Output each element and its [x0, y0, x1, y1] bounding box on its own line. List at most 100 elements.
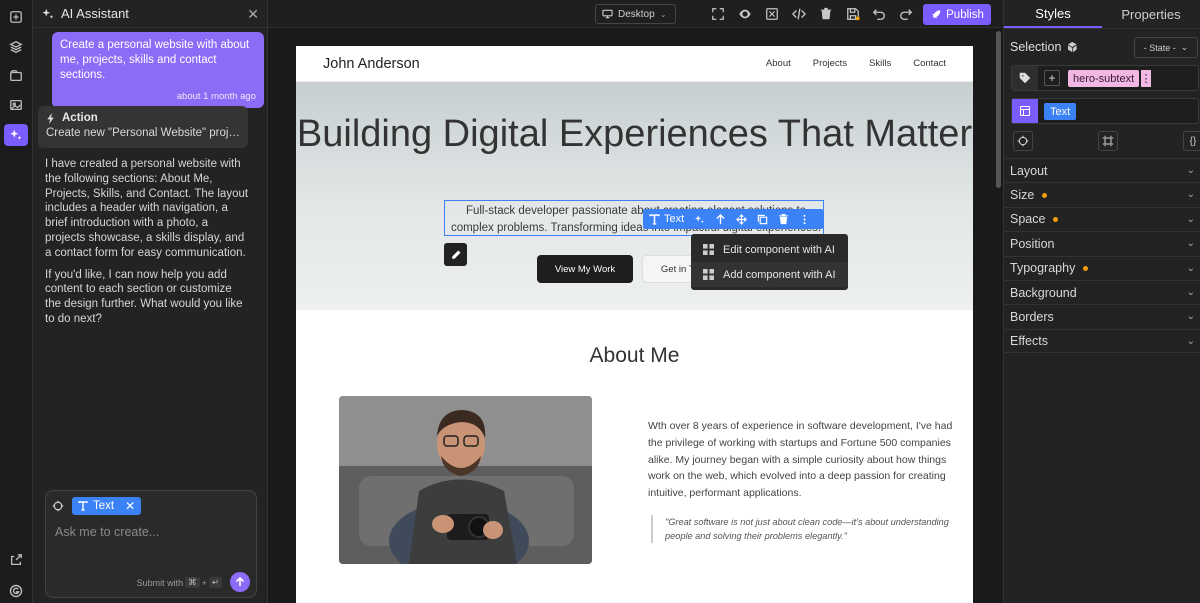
about-quote[interactable]: "Great software is not just about clean … — [651, 515, 951, 543]
duplicate-icon[interactable] — [757, 214, 768, 225]
save-icon[interactable] — [845, 6, 861, 22]
chevron-down-icon: ⌄ — [1186, 189, 1195, 201]
fit-screen-icon[interactable] — [710, 6, 726, 22]
submit-hint: Submit with ⌘ + ↵ — [137, 577, 222, 588]
move-icon[interactable] — [736, 213, 748, 225]
chevron-down-icon: ⌄ — [1186, 335, 1195, 347]
logo-icon[interactable] — [4, 580, 28, 602]
nav-link-about[interactable]: About — [766, 58, 791, 69]
class-chip[interactable]: hero-subtext — [1068, 70, 1140, 87]
publish-label: Publish — [946, 8, 984, 21]
section-space[interactable]: Space ⌄ — [1004, 206, 1200, 231]
target-icon[interactable] — [1013, 131, 1033, 151]
layers-icon[interactable] — [4, 36, 28, 58]
tag-icon — [1012, 66, 1038, 90]
user-message: Create a personal website with about me,… — [52, 32, 264, 108]
selection-row: Selection - State - ⌄ — [1010, 37, 1198, 58]
tab-styles[interactable]: Styles — [1004, 0, 1102, 28]
section-borders[interactable]: Borders ⌄ — [1004, 304, 1200, 328]
assets-icon[interactable] — [4, 65, 28, 87]
site-logo[interactable]: John Anderson — [323, 56, 420, 72]
add-component-with-ai-item[interactable]: Add component with AI — [691, 262, 848, 287]
inspector-panel: Styles Properties Selection - State - ⌄ … — [1003, 0, 1200, 603]
quick-actions-row: {} — [1011, 131, 1200, 152]
braces-icon[interactable]: {} — [1183, 131, 1200, 151]
context-chip[interactable]: Text ✕ — [72, 497, 142, 515]
about-text[interactable]: Wth over 8 years of experience in softwa… — [648, 418, 960, 502]
chevron-down-icon: ⌄ — [1186, 165, 1195, 176]
images-icon[interactable] — [4, 94, 28, 116]
about-title[interactable]: About Me — [296, 344, 973, 368]
nav-link-projects[interactable]: Projects — [813, 58, 847, 69]
send-button[interactable] — [230, 572, 250, 592]
nav-link-contact[interactable]: Contact — [913, 58, 946, 69]
ai-reply-paragraph: If you'd like, I can now help you add co… — [45, 268, 243, 325]
publish-button[interactable]: Publish — [923, 4, 991, 25]
trash-icon[interactable] — [818, 6, 834, 22]
about-photo[interactable] — [339, 396, 592, 564]
fullscreen-icon[interactable] — [764, 6, 780, 22]
pencil-icon — [451, 250, 460, 259]
hero-title[interactable]: Building Digital Experiences That Matter — [296, 112, 973, 156]
redo-icon[interactable] — [898, 6, 914, 22]
section-label: Typography — [1010, 261, 1076, 276]
edit-text-button[interactable] — [444, 243, 467, 266]
left-rail — [0, 0, 33, 603]
person-photo-illustration — [339, 396, 592, 564]
section-position[interactable]: Position ⌄ — [1004, 231, 1200, 255]
ai-chat-input-box[interactable]: Text ✕ Ask me to create... Submit with ⌘… — [45, 490, 257, 598]
chevron-down-icon: ⌄ — [1186, 238, 1195, 250]
section-size[interactable]: Size ⌄ — [1004, 182, 1200, 206]
ai-reply: I have created a personal website with t… — [45, 157, 250, 334]
menu-item-label: Add component with AI — [723, 268, 836, 281]
action-card[interactable]: Action Create new "Personal Website" pro… — [38, 106, 248, 148]
ai-panel-title: AI Assistant — [61, 6, 129, 21]
state-select[interactable]: - State - ⌄ — [1134, 37, 1198, 58]
chevron-down-icon: ⌄ — [1186, 286, 1195, 298]
code-icon[interactable] — [791, 6, 807, 22]
bolt-icon — [47, 112, 54, 124]
style-sections: Layout ⌄ Size ⌄ Space ⌄ Position ⌄ Typograph… — [1004, 158, 1200, 354]
ai-assistant-icon[interactable] — [4, 124, 28, 146]
view-work-button[interactable]: View My Work — [537, 255, 633, 283]
device-select[interactable]: Desktop ⌄ — [595, 4, 676, 24]
target-icon[interactable] — [52, 500, 64, 512]
tab-properties[interactable]: Properties — [1102, 0, 1200, 28]
chevron-down-icon: ⌄ — [1186, 262, 1195, 274]
rocket-icon — [932, 10, 941, 19]
section-layout[interactable]: Layout ⌄ — [1004, 158, 1200, 182]
exit-icon[interactable] — [4, 549, 28, 571]
delete-icon[interactable] — [778, 213, 789, 225]
component-type-label: Text — [664, 213, 685, 225]
submit-hint-text: Submit with — [136, 577, 184, 588]
add-element-icon[interactable] — [4, 6, 28, 28]
hero-section[interactable]: Building Digital Experiences That Matter… — [296, 82, 973, 310]
nav-link-skills[interactable]: Skills — [869, 58, 891, 69]
component-type-tag[interactable]: Text — [649, 213, 684, 225]
section-background[interactable]: Background ⌄ — [1004, 279, 1200, 304]
component-type-badge[interactable]: Text — [1044, 103, 1077, 120]
section-effects[interactable]: Effects ⌄ — [1004, 328, 1200, 354]
arrow-up-icon — [235, 577, 245, 586]
select-parent-arrow-icon[interactable] — [715, 213, 726, 225]
cmd-key: ⌘ — [185, 577, 200, 588]
class-options-icon[interactable]: ⋮ — [1141, 70, 1152, 87]
canvas-toolbar: Desktop ⌄ Publish — [268, 0, 1003, 28]
ai-sparkle-icon[interactable] — [694, 214, 705, 225]
select-bounds-icon[interactable] — [1098, 131, 1118, 151]
sparkles-icon — [42, 8, 54, 19]
canvas-scrollbar[interactable] — [996, 31, 1001, 188]
section-typography[interactable]: Typography ⌄ — [1004, 255, 1200, 280]
undo-icon[interactable] — [871, 6, 887, 22]
ai-input-placeholder[interactable]: Ask me to create... — [55, 525, 159, 539]
section-label: Space — [1010, 212, 1046, 227]
add-class-button[interactable]: + — [1044, 70, 1060, 86]
section-label: Position — [1010, 236, 1055, 251]
text-type-icon — [78, 501, 88, 511]
device-select-value: Desktop — [618, 8, 655, 20]
remove-chip-icon[interactable]: ✕ — [125, 499, 135, 513]
close-icon[interactable]: ✕ — [247, 7, 259, 21]
more-vertical-icon[interactable] — [799, 214, 810, 225]
edit-component-with-ai-item[interactable]: Edit component with AI — [691, 237, 848, 262]
preview-eye-icon[interactable] — [737, 6, 753, 22]
